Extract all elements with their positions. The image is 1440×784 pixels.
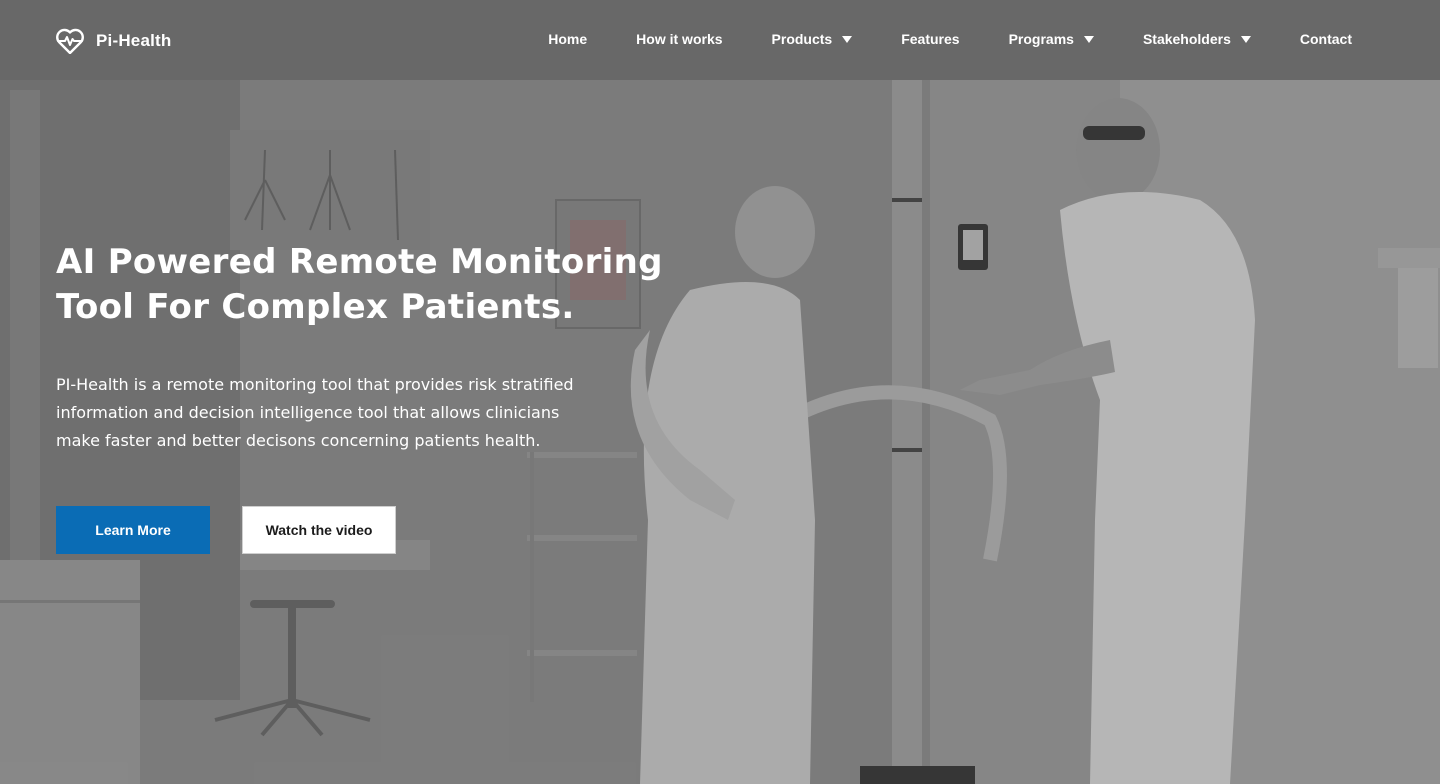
nav-item-label: Stakeholders — [1142, 31, 1231, 47]
caret-down-icon — [1083, 36, 1094, 43]
hero-title-line: AI Powered Remote Monitoring — [56, 242, 663, 282]
nav-item-contact[interactable]: Contact — [1300, 31, 1352, 47]
nav-item-label: Programs — [1008, 31, 1074, 47]
nav-item-label: How it works — [636, 31, 723, 47]
hero-description-line: information and decision intelligence to… — [56, 403, 560, 422]
nav-item-label: Products — [771, 31, 833, 47]
hero-description: PI-Health is a remote monitoring tool th… — [56, 371, 616, 455]
nav-item-programs[interactable]: Programs — [1009, 31, 1094, 47]
nav-item-features[interactable]: Features — [901, 31, 959, 47]
nav-item-label: Features — [901, 31, 960, 47]
brand-logo[interactable]: Pi-Health — [56, 28, 172, 55]
nav-item-stakeholders[interactable]: Stakeholders — [1143, 31, 1251, 47]
caret-down-icon — [1240, 36, 1251, 43]
nav-item-label: Home — [548, 31, 588, 47]
nav-item-label: Contact — [1299, 31, 1352, 47]
hero-description-line: PI-Health is a remote monitoring tool th… — [56, 375, 574, 394]
nav-item-home[interactable]: Home — [548, 31, 587, 47]
brand-name: Pi-Health — [96, 31, 172, 50]
hero-description-line: make faster and better decisons concerni… — [56, 431, 541, 450]
caret-down-icon — [842, 36, 853, 43]
nav-item-products[interactable]: Products — [772, 31, 853, 47]
hero-title-line: Tool For Complex Patients. — [56, 287, 575, 327]
watch-video-button[interactable]: Watch the video — [242, 506, 396, 554]
site-header: Pi-Health Home How it works Products Fea… — [0, 0, 1440, 80]
heart-pulse-icon — [56, 28, 84, 55]
nav-item-how-it-works[interactable]: How it works — [636, 31, 722, 47]
main-navigation: Home How it works Products Features Prog… — [548, 31, 1352, 47]
learn-more-button[interactable]: Learn More — [56, 506, 210, 554]
hero-title: AI Powered Remote Monitoring Tool For Co… — [56, 240, 716, 330]
